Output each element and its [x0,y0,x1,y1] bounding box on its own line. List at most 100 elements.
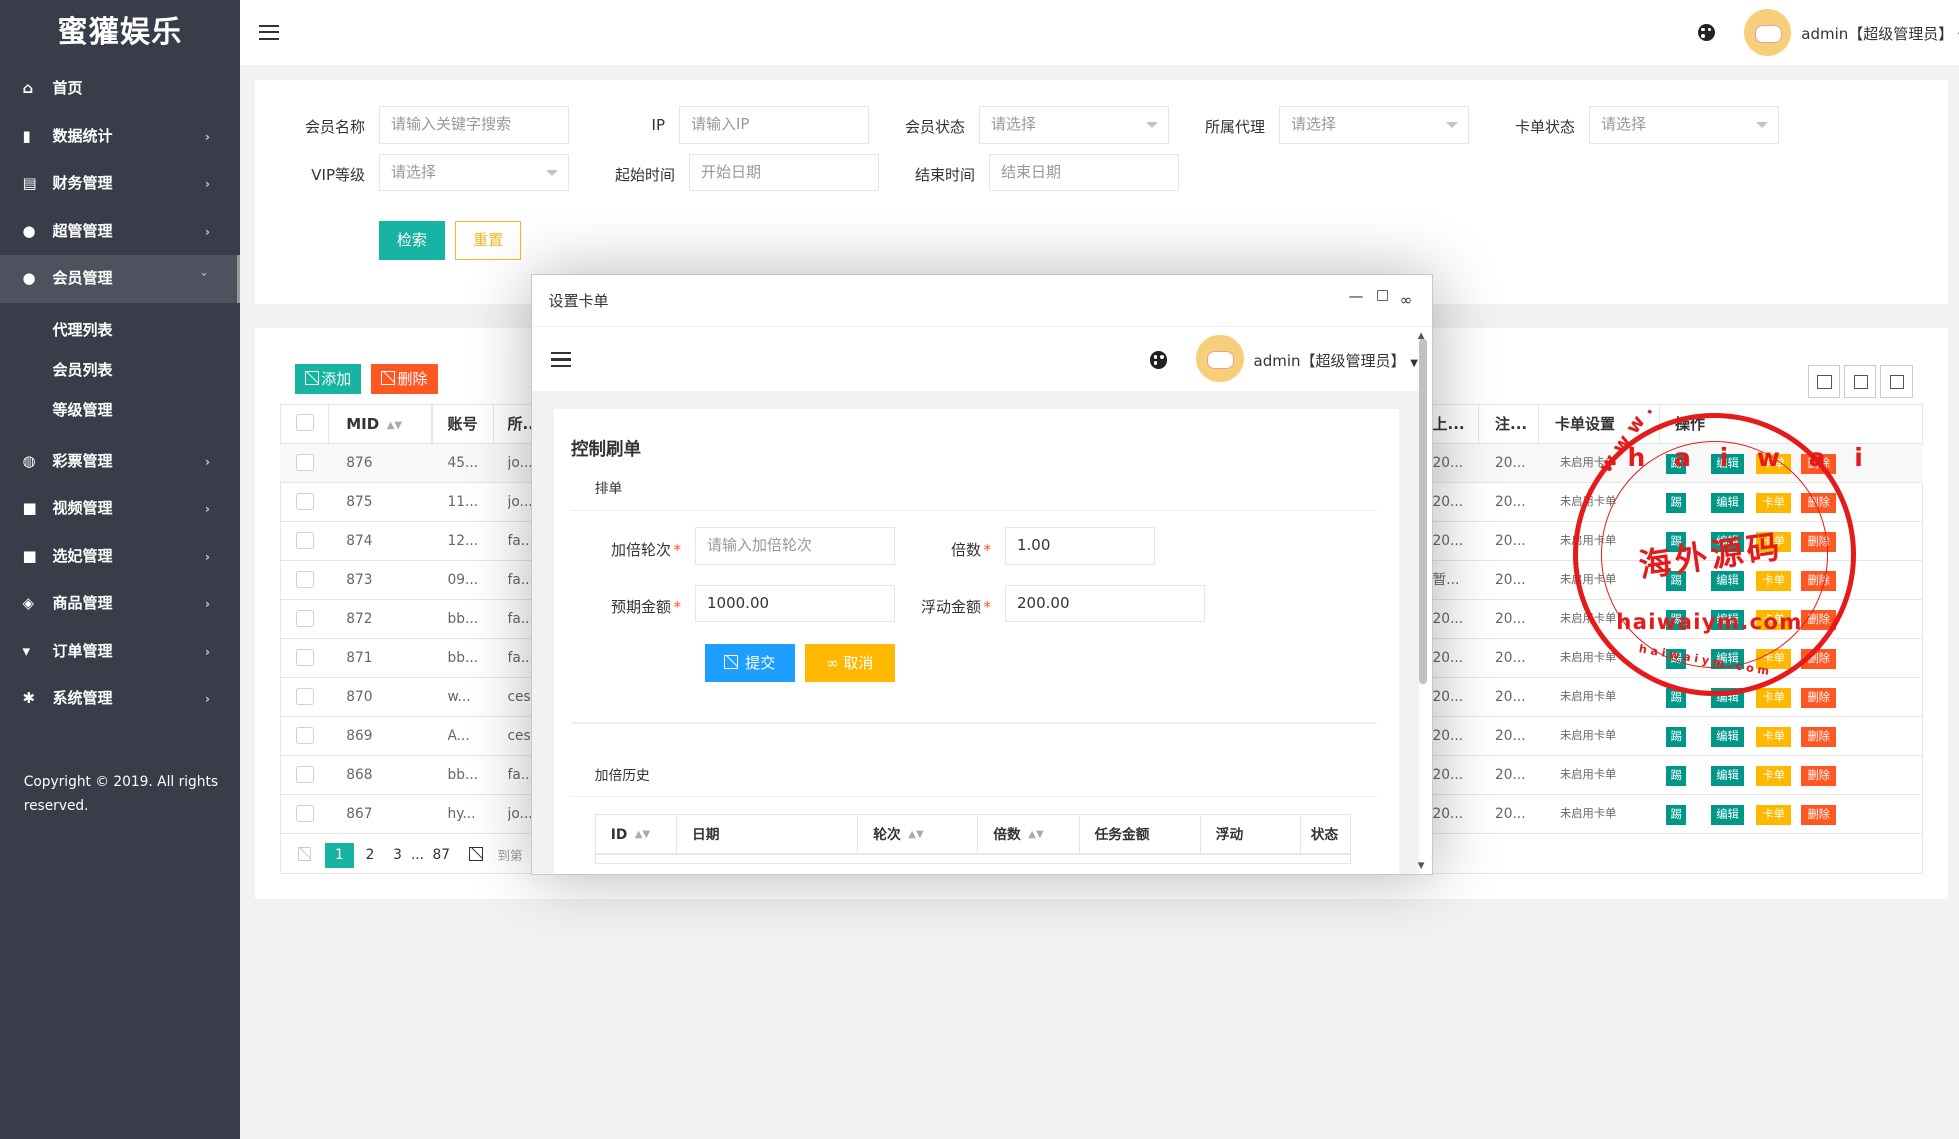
expected-amount-input[interactable]: 1000.00 [694,584,895,623]
search-button[interactable]: 检索 [378,221,445,260]
filter-columns-icon[interactable] [1807,365,1840,398]
card-button[interactable]: 卡单 [1756,804,1792,825]
col-mid[interactable]: MID ▲▼ [346,404,402,444]
edit-button[interactable]: 编辑 [1711,609,1744,630]
multiple-input[interactable]: 1.00 [1004,527,1155,565]
avatar[interactable] [1743,8,1792,57]
start-date-input[interactable]: 开始日期 [688,153,879,192]
kick-button[interactable]: 踢 [1666,765,1687,786]
palette-icon[interactable] [1697,23,1715,42]
print-icon[interactable] [1880,365,1913,398]
rounds-input[interactable]: 请输入加倍轮次 [694,527,895,565]
modal-scrollbar[interactable]: ▲ ▼ [1418,331,1428,871]
edit-button[interactable]: 编辑 [1711,726,1744,747]
close-icon[interactable]: ∞ [1400,291,1413,309]
edit-button[interactable]: 编辑 [1711,765,1744,786]
edit-button[interactable]: 编辑 [1711,453,1744,474]
sidebar-item-finance[interactable]: ▤ 财务管理 › [0,160,240,208]
reset-button[interactable]: 重置 [455,221,522,260]
card-button[interactable]: 卡单 [1756,687,1792,708]
kick-button[interactable]: 踢 [1666,804,1687,825]
row-checkbox[interactable] [296,765,314,784]
sidebar-subitem-agents[interactable]: 代理列表 [0,310,240,350]
member-name-input[interactable]: 请输入关键字搜索 [378,106,569,144]
edit-button[interactable]: 编辑 [1711,492,1744,513]
card-button[interactable]: 卡单 [1756,453,1792,474]
row-checkbox[interactable] [296,570,314,589]
sidebar-item-orders[interactable]: ▾ 订单管理 › [0,628,240,676]
export-icon[interactable] [1843,365,1877,398]
card-button[interactable]: 卡单 [1756,648,1792,669]
page-2[interactable]: 2 [359,843,382,868]
kick-button[interactable]: 踢 [1666,687,1687,708]
edit-button[interactable]: 编辑 [1711,570,1744,591]
delete-row-button[interactable]: 删除 [1801,570,1837,591]
delete-row-button[interactable]: 删除 [1801,765,1837,786]
kick-button[interactable]: 踢 [1666,570,1687,591]
page-last[interactable]: 87 [429,843,454,868]
menu-toggle-icon[interactable] [551,352,571,368]
user-menu[interactable]: admin【超级管理员】 ▼ [1801,23,1959,44]
sidebar-item-concubine[interactable]: ■ 选妃管理 › [0,533,240,581]
card-button[interactable]: 卡单 [1756,726,1792,747]
scroll-down-icon[interactable]: ▼ [1418,861,1425,871]
row-checkbox[interactable] [296,492,314,511]
sidebar-subitem-levels[interactable]: 等级管理 [0,390,240,430]
delete-row-button[interactable]: 删除 [1801,648,1837,669]
card-button[interactable]: 卡单 [1756,492,1792,513]
menu-toggle-icon[interactable] [258,25,279,40]
edit-button[interactable]: 编辑 [1711,648,1744,669]
sidebar-item-members[interactable]: ● 会员管理 ˇ [0,255,240,303]
kick-button[interactable]: 踢 [1666,492,1687,513]
user-menu[interactable]: admin【超级管理员】 ▼ [1254,350,1419,371]
hist-col-round[interactable]: 轮次 ▲▼ [858,814,979,855]
kick-button[interactable]: 踢 [1666,453,1687,474]
add-button[interactable]: 添加 [295,363,362,394]
sidebar-item-video[interactable]: ■ 视频管理 › [0,485,240,533]
edit-button[interactable]: 编辑 [1711,804,1744,825]
delete-row-button[interactable]: 删除 [1801,804,1837,825]
delete-row-button[interactable]: 删除 [1801,531,1837,552]
kick-button[interactable]: 踢 [1666,648,1687,669]
row-checkbox[interactable] [296,531,314,550]
kick-button[interactable]: 踢 [1666,726,1687,747]
row-checkbox[interactable] [296,726,314,745]
cancel-button[interactable]: ∞ 取消 [804,643,895,683]
sidebar-item-admin[interactable]: ● 超管管理 › [0,208,240,256]
delete-row-button[interactable]: 删除 [1801,609,1837,630]
ip-input[interactable]: 请输入IP [678,106,869,144]
edit-button[interactable]: 编辑 [1711,531,1744,552]
vip-select[interactable]: 请选择 [378,153,569,192]
delete-button[interactable]: 删除 [371,363,438,394]
sort-icon[interactable]: ▲▼ [387,406,402,444]
edit-button[interactable]: 编辑 [1711,687,1744,708]
sidebar-item-goods[interactable]: ◈ 商品管理 › [0,580,240,628]
delete-row-button[interactable]: 删除 [1801,453,1837,474]
kick-button[interactable]: 踢 [1666,531,1687,552]
card-button[interactable]: 卡单 [1756,570,1792,591]
row-checkbox[interactable] [296,648,314,667]
hist-col-multiple[interactable]: 倍数 ▲▼ [978,814,1080,855]
member-status-select[interactable]: 请选择 [978,106,1169,144]
row-checkbox[interactable] [296,687,314,706]
kick-button[interactable]: 踢 [1666,609,1687,630]
sidebar-item-stats[interactable]: ▮ 数据统计 › [0,113,240,161]
prev-page-icon[interactable] [297,844,313,869]
submit-button[interactable]: 提交 [704,643,795,683]
card-button[interactable]: 卡单 [1756,531,1792,552]
maximize-icon[interactable]: □ [1376,287,1389,303]
sidebar-subitem-members[interactable]: 会员列表 [0,350,240,390]
page-1[interactable]: 1 [325,842,354,868]
page-3[interactable]: 3 [389,843,407,868]
select-all-checkbox[interactable] [296,413,314,432]
card-button[interactable]: 卡单 [1756,765,1792,786]
avatar[interactable] [1196,334,1244,383]
float-amount-input[interactable]: 200.00 [1004,584,1205,623]
next-page-icon[interactable] [469,844,487,869]
sidebar-item-system[interactable]: ✱ 系统管理 › [0,675,240,723]
row-checkbox[interactable] [296,609,314,628]
card-button[interactable]: 卡单 [1756,609,1792,630]
delete-row-button[interactable]: 删除 [1801,492,1837,513]
minimize-icon[interactable]: — [1349,287,1364,305]
delete-row-button[interactable]: 删除 [1801,726,1837,747]
